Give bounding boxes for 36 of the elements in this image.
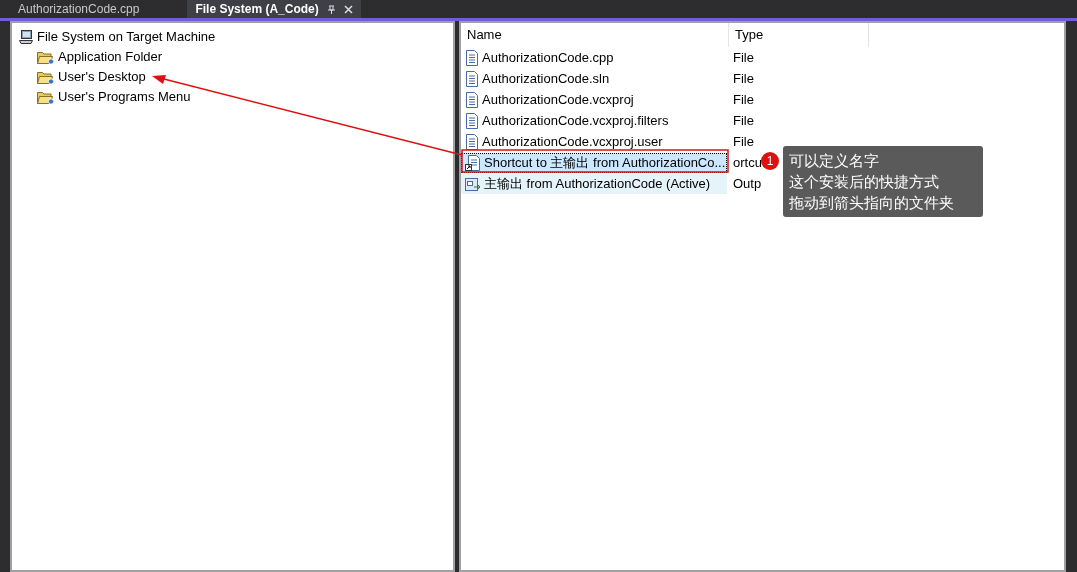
type-cell-text: File: [733, 90, 754, 109]
document-icon: [465, 91, 479, 108]
list-row[interactable]: AuthorizationCode.vcxproj: [461, 89, 727, 110]
computer-icon: [18, 29, 34, 45]
type-cell-text: Outp: [733, 174, 762, 193]
type-cell-text: File: [733, 132, 754, 151]
list-row[interactable]: 主输出 from AuthorizationCode (Active): [461, 173, 727, 194]
column-header[interactable]: Name: [461, 23, 729, 47]
folder-icon: [37, 49, 55, 65]
output-icon: [465, 175, 481, 192]
note-tooltip: 可以定义名字 这个安装后的快捷方式 拖动到箭头指向的文件夹: [783, 146, 983, 217]
list-row[interactable]: AuthorizationCode.vcxproj.user: [461, 131, 727, 152]
list-row[interactable]: AuthorizationCode.sln: [461, 68, 727, 89]
tree-item[interactable]: User's Desktop: [58, 67, 146, 87]
document-tab[interactable]: File System (A_Code): [187, 0, 361, 18]
column-header[interactable]: Type: [729, 23, 869, 47]
type-cell-text: ortcu: [733, 153, 762, 172]
tree-item[interactable]: Application Folder: [58, 47, 163, 67]
document-icon: [465, 70, 479, 87]
document-icon: [465, 112, 479, 129]
folder-icon: [37, 69, 55, 85]
type-cell-text: File: [733, 69, 754, 88]
document-icon: [465, 133, 479, 150]
list-row[interactable]: AuthorizationCode.vcxproj.filters: [461, 110, 727, 131]
shortcut-document-icon: [465, 154, 481, 171]
type-cell-text: File: [733, 48, 754, 67]
pin-icon[interactable]: [326, 4, 336, 14]
type-cell-text: File: [733, 111, 754, 130]
document-tab[interactable]: AuthorizationCode.cpp: [10, 0, 148, 18]
list-row[interactable]: AuthorizationCode.cpp: [461, 47, 727, 68]
folder-icon: [37, 89, 55, 105]
tree-item[interactable]: File System on Target Machine: [37, 27, 216, 47]
list-row[interactable]: Shortcut to 主输出 from AuthorizationCo...: [461, 152, 727, 173]
tree-item[interactable]: User's Programs Menu: [58, 87, 191, 107]
document-icon: [465, 49, 479, 66]
close-icon[interactable]: [343, 4, 353, 14]
